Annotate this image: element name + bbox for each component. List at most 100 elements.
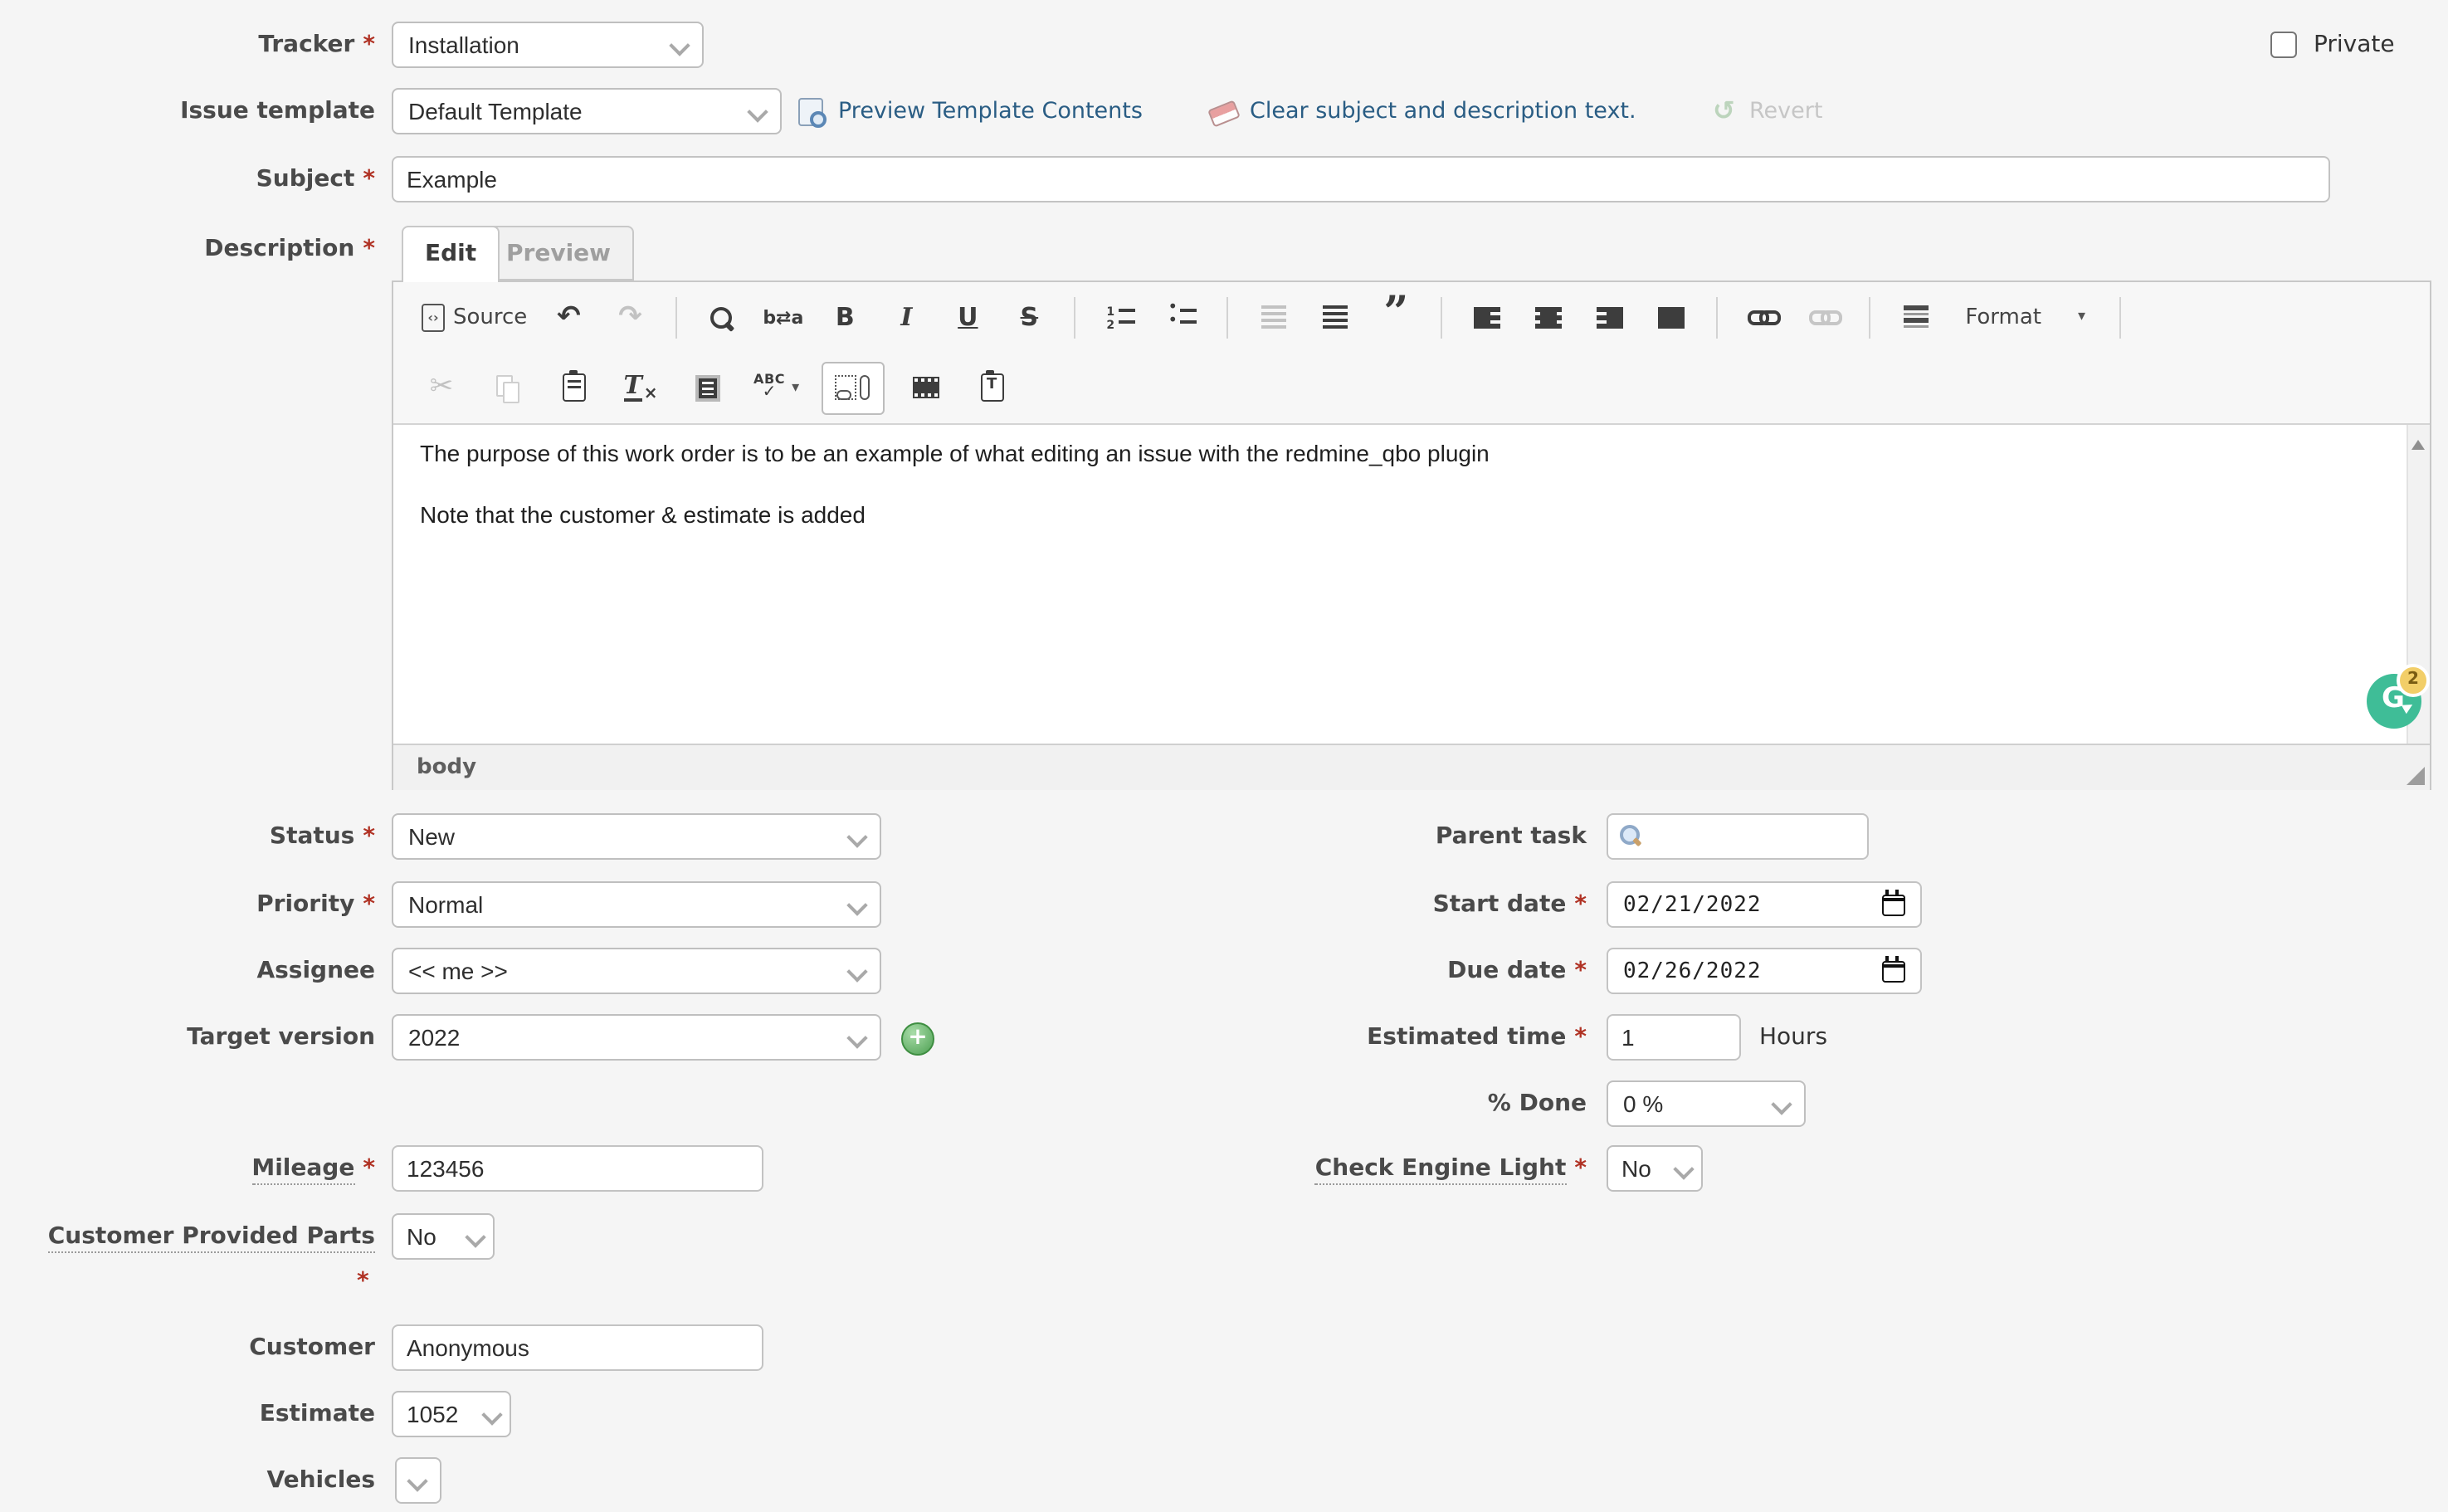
clear-subject-link[interactable]: Clear subject and description text. (1250, 88, 1636, 134)
customer-provided-parts-select[interactable]: No (392, 1213, 495, 1260)
paste-icon (563, 373, 586, 402)
preview-template-link[interactable]: Preview Template Contents (838, 88, 1143, 134)
find-button[interactable] (696, 295, 746, 339)
estimate-label: Estimate (260, 1401, 375, 1427)
check-engine-light-value: No (1621, 1155, 1651, 1182)
customer-label-block: Customer (0, 1324, 375, 1371)
bullet-list-button[interactable] (1157, 295, 1207, 339)
percent-done-label-block: % Done (1062, 1080, 1587, 1127)
unlink-button[interactable] (1799, 295, 1849, 339)
link-button[interactable] (1738, 295, 1787, 339)
estimated-time-label-block: Estimated time* (1062, 1014, 1587, 1061)
tab-preview[interactable]: Preview (483, 226, 634, 280)
toolbar-divider (2119, 296, 2120, 338)
issue-template-value: Default Template (408, 98, 583, 124)
indent-icon (1322, 305, 1347, 329)
copy-button[interactable] (483, 366, 533, 409)
cut-button[interactable]: ✂ (417, 366, 466, 409)
copy-icon (495, 374, 520, 401)
strikethrough-button[interactable]: S (1004, 295, 1054, 339)
resize-handle-icon[interactable] (2407, 767, 2425, 785)
media-embed-button[interactable] (900, 366, 950, 409)
revert-link[interactable]: Revert (1749, 88, 1822, 134)
grammarly-icon[interactable]: G 2 (2367, 674, 2421, 729)
plus-icon: + (908, 1024, 927, 1051)
start-date-value: 02/21/2022 (1623, 892, 1762, 917)
remove-format-icon: T× (623, 373, 657, 402)
italic-button[interactable]: I (881, 295, 931, 339)
replace-button[interactable]: b⇄a (758, 295, 808, 339)
target-version-select[interactable]: 2022 (392, 1014, 881, 1061)
align-right-button[interactable] (1585, 295, 1635, 339)
mileage-input[interactable] (392, 1145, 763, 1192)
underline-icon: U (958, 302, 978, 332)
chevron-down-icon (407, 1471, 427, 1491)
vehicles-label-block: Vehicles (0, 1457, 375, 1504)
required-marker: * (1574, 891, 1587, 918)
customer-provided-parts-value: No (407, 1223, 436, 1250)
link-icon (1747, 307, 1778, 327)
outdent-button[interactable] (1248, 295, 1298, 339)
placeholder-button[interactable] (821, 361, 884, 414)
vehicles-select[interactable] (395, 1457, 441, 1504)
calendar-icon[interactable] (1882, 894, 1905, 915)
source-button[interactable]: ‹›Source (417, 295, 532, 339)
description-editor: ‹›Source ↶ ↷ b⇄a B I U S ” (392, 280, 2431, 790)
bold-icon: B (836, 302, 855, 332)
blockquote-button[interactable]: ” (1371, 295, 1421, 339)
add-version-button[interactable]: + (901, 1022, 934, 1056)
due-date-input[interactable]: 02/26/2022 (1607, 948, 1922, 994)
paste-plain-text-button[interactable] (967, 366, 1017, 409)
styles-button[interactable] (1890, 295, 1940, 339)
toolbar-divider (675, 296, 676, 338)
numbered-list-button[interactable] (1095, 295, 1145, 339)
indent-button[interactable] (1309, 295, 1359, 339)
calendar-icon[interactable] (1882, 960, 1905, 982)
align-right-icon (1597, 307, 1623, 327)
tracker-select[interactable]: Installation (392, 22, 704, 68)
subject-input[interactable] (392, 156, 2330, 202)
required-marker: * (363, 236, 375, 262)
estimate-select[interactable]: 1052 (392, 1391, 511, 1437)
spellcheck-button[interactable]: ABC✓▾ (749, 366, 804, 409)
select-all-button[interactable] (682, 366, 732, 409)
align-center-button[interactable] (1524, 295, 1573, 339)
required-marker: * (363, 891, 375, 918)
remove-format-button[interactable]: T× (616, 366, 666, 409)
start-date-input[interactable]: 02/21/2022 (1607, 881, 1922, 928)
customer-input[interactable] (392, 1324, 763, 1371)
start-date-label-block: Start date* (1062, 881, 1587, 928)
check-engine-light-label-block: Check Engine Light* (1062, 1145, 1587, 1192)
assignee-label: Assignee (256, 958, 375, 984)
due-date-value: 02/26/2022 (1623, 958, 1762, 983)
bold-button[interactable]: B (820, 295, 870, 339)
align-left-button[interactable] (1462, 295, 1512, 339)
estimated-time-input[interactable] (1607, 1014, 1741, 1061)
redo-button[interactable]: ↷ (605, 295, 655, 339)
editor-content[interactable]: The purpose of this work order is to be … (393, 425, 2430, 744)
percent-done-select[interactable]: 0 % (1607, 1080, 1806, 1127)
status-label: Status (270, 823, 354, 850)
status-select[interactable]: New (392, 813, 881, 860)
priority-label-block: Priority* (0, 881, 375, 928)
private-checkbox[interactable] (2270, 32, 2297, 58)
assignee-select[interactable]: << me >> (392, 948, 881, 994)
format-dropdown[interactable]: Format▾ (1952, 295, 2099, 339)
estimate-label-block: Estimate (0, 1391, 375, 1437)
undo-button[interactable]: ↶ (544, 295, 593, 339)
paste-button[interactable] (549, 366, 599, 409)
parent-task-input[interactable] (1607, 813, 1869, 860)
issue-template-select[interactable]: Default Template (392, 88, 782, 134)
underline-button[interactable]: U (943, 295, 992, 339)
outdent-icon (1261, 305, 1285, 329)
align-justify-button[interactable] (1646, 295, 1696, 339)
format-label: Format (1965, 305, 2041, 329)
tab-edit[interactable]: Edit (402, 226, 500, 282)
spellcheck-icon: ABC✓ (753, 373, 785, 402)
assignee-label-block: Assignee (0, 948, 375, 994)
required-marker: * (363, 32, 375, 58)
toolbar-divider (1074, 296, 1075, 338)
tracker-label: Tracker (258, 32, 354, 58)
check-engine-light-select[interactable]: No (1607, 1145, 1703, 1192)
priority-select[interactable]: Normal (392, 881, 881, 928)
